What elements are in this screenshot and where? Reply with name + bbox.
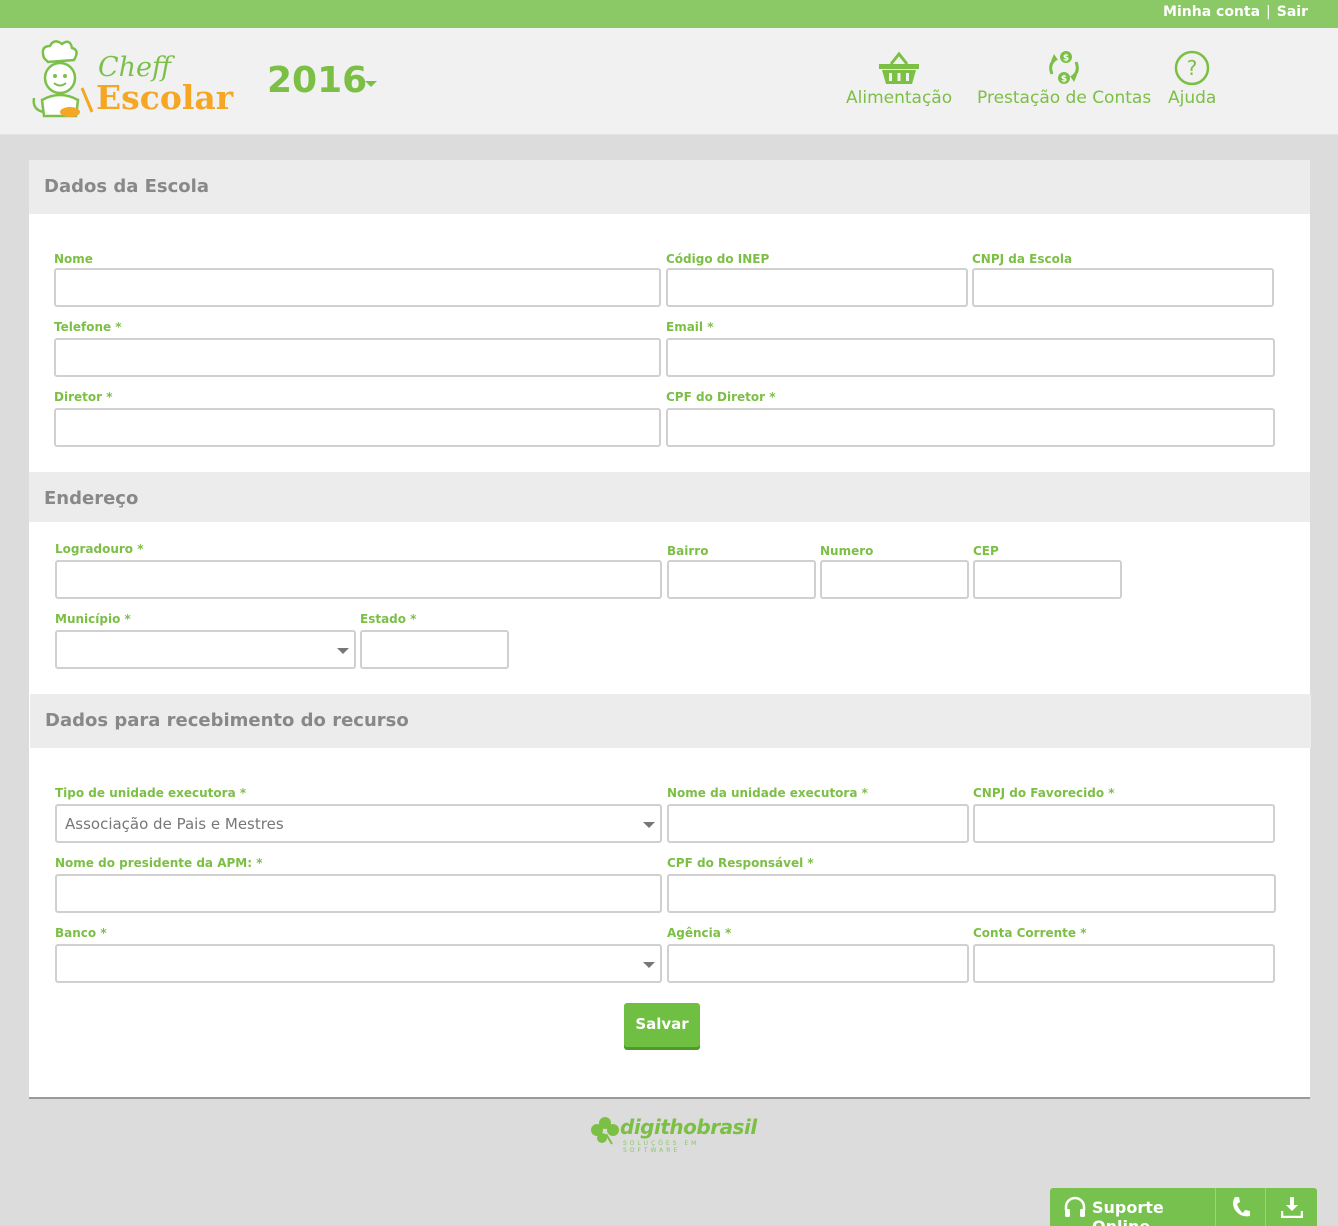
label-logradouro: Logradouro * xyxy=(55,542,144,556)
label-banco: Banco * xyxy=(55,926,107,940)
nav-label: Alimentação xyxy=(846,88,953,108)
section-header-recebimento: Dados para recebimento do recurso xyxy=(30,694,1311,748)
label-cpf-diretor: CPF do Diretor * xyxy=(666,390,776,404)
nav-ajuda[interactable]: ? Ajuda xyxy=(1168,50,1216,108)
label-cep: CEP xyxy=(973,544,999,558)
section-header-dados-escola: Dados da Escola xyxy=(29,160,1310,214)
help-icon: ? xyxy=(1174,50,1210,86)
svg-text:$: $ xyxy=(1063,54,1069,64)
footer-tagline: SOLUÇÕES EM SOFTWARE xyxy=(623,1140,700,1154)
label-agencia: Agência * xyxy=(667,926,732,940)
phone-icon xyxy=(1233,1197,1250,1217)
label-presidente-apm: Nome do presidente da APM: * xyxy=(55,856,263,870)
top-bar: Minha conta | Sair xyxy=(0,0,1338,28)
nav-prestacao-contas[interactable]: $ $ Prestação de Contas xyxy=(977,50,1151,108)
label-numero: Numero xyxy=(820,544,874,558)
support-label: Suporte Online xyxy=(1092,1198,1164,1226)
email-input[interactable] xyxy=(666,338,1275,377)
caret-down-icon[interactable] xyxy=(365,81,377,87)
cpf-responsavel-input[interactable] xyxy=(667,874,1276,913)
nome-unidade-input[interactable] xyxy=(667,804,969,843)
year-selector[interactable]: 2016 xyxy=(267,60,367,101)
tipo-unidade-select[interactable]: Associação de Pais e Mestres xyxy=(55,804,662,843)
label-municipio: Município * xyxy=(55,612,131,626)
estado-input[interactable] xyxy=(360,630,509,669)
label-bairro: Bairro xyxy=(667,544,709,558)
bairro-input[interactable] xyxy=(667,560,816,599)
save-button[interactable]: Salvar xyxy=(624,1003,700,1047)
nome-input[interactable] xyxy=(54,268,661,307)
cnpj-favorecido-input[interactable] xyxy=(973,804,1275,843)
phone-button[interactable] xyxy=(1216,1188,1266,1226)
nav-alimentacao[interactable]: Alimentação xyxy=(846,50,952,108)
basket-icon xyxy=(879,51,920,84)
label-conta-corrente: Conta Corrente * xyxy=(973,926,1087,940)
download-button[interactable] xyxy=(1266,1188,1317,1226)
label-estado: Estado * xyxy=(360,612,417,626)
tipo-unidade-value: Associação de Pais e Mestres xyxy=(65,815,284,833)
online-support-button[interactable]: Suporte Online xyxy=(1050,1188,1216,1226)
label-nome-unidade: Nome da unidade executora * xyxy=(667,786,868,800)
agencia-input[interactable] xyxy=(667,944,969,983)
numero-input[interactable] xyxy=(820,560,969,599)
svg-text:?: ? xyxy=(1187,56,1198,80)
label-diretor: Diretor * xyxy=(54,390,113,404)
cnpj-escola-input[interactable] xyxy=(972,268,1274,307)
svg-text:$: $ xyxy=(1061,75,1067,85)
caret-down-icon xyxy=(643,962,655,968)
label-cnpj-favorecido: CNPJ do Favorecido * xyxy=(973,786,1115,800)
conta-corrente-input[interactable] xyxy=(973,944,1275,983)
nav-label: Ajuda xyxy=(1168,88,1217,108)
chef-mascot-icon xyxy=(32,40,94,118)
cpf-diretor-input[interactable] xyxy=(666,408,1275,447)
section-header-endereco: Endereço xyxy=(29,472,1310,522)
link-separator: | xyxy=(1266,4,1271,20)
banco-select[interactable] xyxy=(55,944,662,983)
headset-icon xyxy=(1064,1196,1086,1217)
label-email: Email * xyxy=(666,320,714,334)
support-bar: Suporte Online xyxy=(1050,1188,1317,1226)
school-form-card: Dados da Escola Nome Código do INEP CNPJ… xyxy=(29,160,1311,1097)
label-cpf-responsavel: CPF do Responsável * xyxy=(667,856,814,870)
digithobrasil-logo[interactable]: digithobrasil SOLUÇÕES EM SOFTWARE xyxy=(590,1114,760,1154)
label-nome: Nome xyxy=(54,252,93,266)
logo-text-escolar: Escolar xyxy=(96,78,234,117)
label-tipo-unidade: Tipo de unidade executora * xyxy=(55,786,247,800)
download-icon xyxy=(1281,1197,1303,1218)
codigo-inep-input[interactable] xyxy=(666,268,968,307)
nav-label: Prestação de Contas xyxy=(977,88,1152,108)
header: Cheff Escolar 2016 Alimentação $ $ Prest… xyxy=(0,28,1338,135)
my-account-link[interactable]: Minha conta xyxy=(1163,4,1260,20)
diretor-input[interactable] xyxy=(54,408,661,447)
municipio-select[interactable] xyxy=(55,630,356,669)
cep-input[interactable] xyxy=(973,560,1122,599)
account-links: Minha conta | Sair xyxy=(1163,4,1308,20)
label-cnpj-escola: CNPJ da Escola xyxy=(972,252,1073,266)
label-telefone: Telefone * xyxy=(54,320,122,334)
footer-brand: digithobrasil xyxy=(620,1115,757,1139)
label-codigo-inep: Código do INEP xyxy=(666,252,770,266)
money-exchange-icon: $ $ xyxy=(1049,51,1079,85)
clover-icon xyxy=(591,1117,619,1145)
cheff-escolar-logo[interactable]: Cheff Escolar xyxy=(30,38,240,123)
telefone-input[interactable] xyxy=(54,338,661,377)
logout-link[interactable]: Sair xyxy=(1277,4,1308,20)
caret-down-icon xyxy=(643,822,655,828)
logradouro-input[interactable] xyxy=(55,560,662,599)
presidente-apm-input[interactable] xyxy=(55,874,662,913)
caret-down-icon xyxy=(337,648,349,654)
